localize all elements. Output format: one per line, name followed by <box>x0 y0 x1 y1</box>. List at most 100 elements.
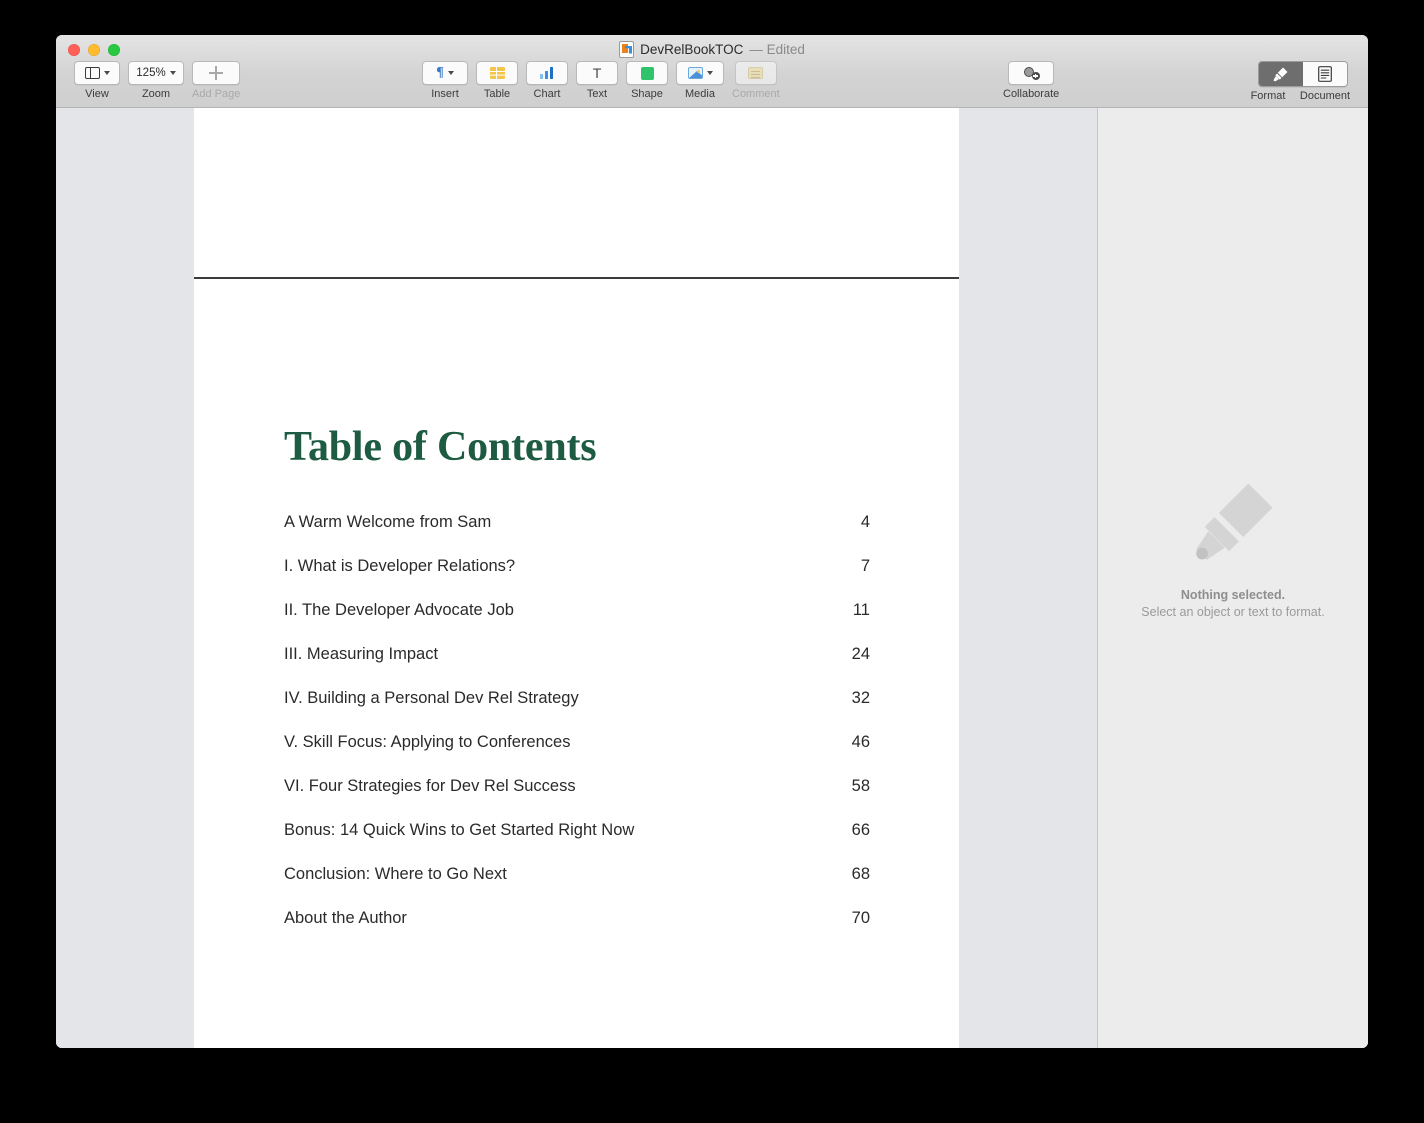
toc-entry-title: VI. Four Strategies for Dev Rel Success <box>284 777 576 797</box>
document-inspector-label: Document <box>1290 90 1360 102</box>
toc-entry-page-number: 70 <box>852 909 870 929</box>
toc-entry-row[interactable]: About the Author 70 <box>284 909 870 953</box>
toc-entry-page-number: 46 <box>852 733 870 753</box>
document-page-current[interactable]: Table of Contents A Warm Welcome from Sa… <box>194 279 959 1048</box>
window-edit-state: — Edited <box>749 42 805 57</box>
toc-entry-row[interactable]: IV. Building a Personal Dev Rel Strategy… <box>284 689 870 733</box>
media-button-label: Media <box>685 88 715 100</box>
toc-entry-row[interactable]: III. Measuring Impact 24 <box>284 645 870 689</box>
window-title-bar: DevRelBookTOC — Edited <box>56 41 1368 58</box>
document-page-previous[interactable] <box>194 108 959 277</box>
media-photo-icon <box>688 67 703 79</box>
document-inspector-button[interactable] <box>1303 62 1347 86</box>
inspector-empty-subtitle: Select an object or text to format. <box>1141 605 1324 619</box>
sidebar-view-icon <box>85 67 100 79</box>
pages-document-icon <box>619 41 634 58</box>
toc-entry-row[interactable]: Bonus: 14 Quick Wins to Get Started Righ… <box>284 821 870 865</box>
inspector-empty-title: Nothing selected. <box>1181 588 1285 602</box>
toc-entry-row[interactable]: V. Skill Focus: Applying to Conferences 4… <box>284 733 870 777</box>
pages-app-window: DevRelBookTOC — Edited View 125% <box>56 35 1368 1048</box>
shape-square-icon <box>641 67 654 80</box>
paintbrush-icon <box>1272 66 1289 83</box>
insert-button-label: Insert <box>431 88 459 100</box>
toc-entry-title: V. Skill Focus: Applying to Conferences <box>284 733 570 753</box>
insert-button[interactable]: ¶ Insert <box>422 61 468 100</box>
zoom-button[interactable]: 125% Zoom <box>128 61 184 100</box>
toolbar-inspector-group: Format Document <box>1246 61 1360 102</box>
add-page-button[interactable]: Add Page <box>192 61 240 100</box>
toc-entry-title: About the Author <box>284 909 407 929</box>
window-controls <box>68 44 120 56</box>
toc-entry-title: Conclusion: Where to Go Next <box>284 865 507 885</box>
close-window-button[interactable] <box>68 44 80 56</box>
bar-chart-icon <box>540 67 555 79</box>
table-button-label: Table <box>484 88 510 100</box>
format-inspector-button[interactable] <box>1259 62 1303 86</box>
shape-button-label: Shape <box>631 88 663 100</box>
zoom-level-value: 125% <box>136 67 165 79</box>
toc-entry-title: II. The Developer Advocate Job <box>284 601 514 621</box>
format-inspector-label: Format <box>1246 90 1290 102</box>
document-canvas[interactable]: Table of Contents A Warm Welcome from Sa… <box>56 108 1097 1048</box>
comment-button-label: Comment <box>732 88 780 100</box>
paintbrush-large-icon <box>1186 476 1280 570</box>
toolbar: View 125% Zoom Add Page <box>56 61 1368 107</box>
content-area: Table of Contents A Warm Welcome from Sa… <box>56 108 1368 1048</box>
toc-entry-page-number: 4 <box>861 513 870 533</box>
inspector-toggle: Format Document <box>1246 61 1360 102</box>
chevron-down-icon <box>707 71 713 75</box>
chevron-down-icon <box>448 71 454 75</box>
collaborate-button[interactable]: Collaborate <box>1003 61 1059 100</box>
toc-entry-title: IV. Building a Personal Dev Rel Strategy <box>284 689 579 709</box>
pilcrow-icon: ¶ <box>436 66 444 80</box>
table-icon <box>490 67 505 79</box>
toc-entry-list: A Warm Welcome from Sam 4 I. What is Devel… <box>284 513 870 953</box>
text-button-label: Text <box>587 88 607 100</box>
text-box-icon: T <box>593 66 602 80</box>
toc-entry-row[interactable]: II. The Developer Advocate Job 11 <box>284 601 870 645</box>
comment-button[interactable]: Comment <box>732 61 780 100</box>
document-lines-icon <box>1318 66 1332 82</box>
text-button[interactable]: T Text <box>576 61 618 100</box>
titlebar-toolbar: DevRelBookTOC — Edited View 125% <box>56 35 1368 108</box>
add-page-button-label: Add Page <box>192 88 240 100</box>
page-title: Table of Contents <box>284 425 870 469</box>
media-button[interactable]: Media <box>676 61 724 100</box>
chart-button-label: Chart <box>534 88 561 100</box>
table-of-contents: Table of Contents A Warm Welcome from Sa… <box>284 425 870 953</box>
toc-entry-page-number: 11 <box>853 601 870 621</box>
toc-entry-page-number: 66 <box>852 821 870 841</box>
toc-entry-row[interactable]: A Warm Welcome from Sam 4 <box>284 513 870 557</box>
view-button-label: View <box>85 88 109 100</box>
toolbar-insert-group: ¶ Insert Table Chart <box>422 61 780 100</box>
toolbar-collaborate-group: Collaborate <box>1003 61 1059 100</box>
maximize-window-button[interactable] <box>108 44 120 56</box>
toc-entry-title: III. Measuring Impact <box>284 645 438 665</box>
toc-entry-page-number: 32 <box>852 689 870 709</box>
toc-entry-title: A Warm Welcome from Sam <box>284 513 491 533</box>
toc-entry-row[interactable]: VI. Four Strategies for Dev Rel Success 5… <box>284 777 870 821</box>
zoom-button-label: Zoom <box>142 88 170 100</box>
comment-note-icon <box>748 67 763 79</box>
toc-entry-page-number: 58 <box>852 777 870 797</box>
toc-entry-page-number: 68 <box>852 865 870 885</box>
toc-entry-page-number: 7 <box>861 557 870 577</box>
toc-entry-title: Bonus: 14 Quick Wins to Get Started Righ… <box>284 821 634 841</box>
toolbar-left-group: View 125% Zoom Add Page <box>74 61 240 100</box>
table-button[interactable]: Table <box>476 61 518 100</box>
toc-entry-page-number: 24 <box>852 645 870 665</box>
chart-button[interactable]: Chart <box>526 61 568 100</box>
minimize-window-button[interactable] <box>88 44 100 56</box>
view-button[interactable]: View <box>74 61 120 100</box>
toc-entry-row[interactable]: I. What is Developer Relations? 7 <box>284 557 870 601</box>
toc-entry-row[interactable]: Conclusion: Where to Go Next 68 <box>284 865 870 909</box>
chevron-down-icon <box>170 71 176 75</box>
shape-button[interactable]: Shape <box>626 61 668 100</box>
chevron-down-icon <box>104 71 110 75</box>
plus-icon <box>209 66 223 80</box>
collaborate-person-add-icon <box>1023 66 1040 80</box>
window-title: DevRelBookTOC <box>640 42 743 57</box>
format-inspector-panel: Nothing selected. Select an object or te… <box>1097 108 1368 1048</box>
toc-entry-title: I. What is Developer Relations? <box>284 557 515 577</box>
collaborate-button-label: Collaborate <box>1003 88 1059 100</box>
